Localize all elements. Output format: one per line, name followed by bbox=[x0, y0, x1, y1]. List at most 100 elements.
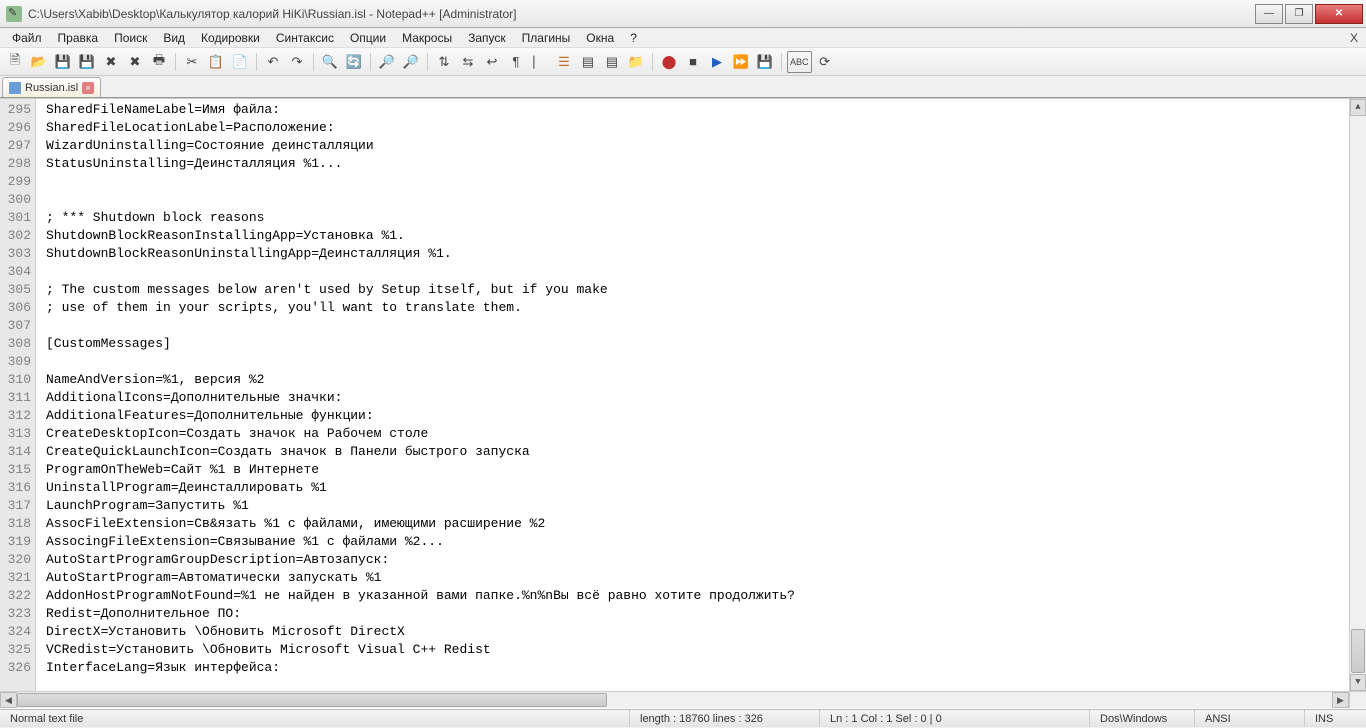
save-icon[interactable]: 💾 bbox=[52, 51, 74, 73]
code-line[interactable]: DirectX=Установить \Обновить Microsoft D… bbox=[46, 623, 1366, 641]
play-macro-icon[interactable]: ▶ bbox=[706, 51, 728, 73]
scroll-thumb-h[interactable] bbox=[17, 693, 607, 707]
code-line[interactable]: NameAndVersion=%1, версия %2 bbox=[46, 371, 1366, 389]
code-line[interactable]: SharedFileLocationLabel=Расположение: bbox=[46, 119, 1366, 137]
status-length: length : 18760 lines : 326 bbox=[630, 710, 820, 727]
code-line[interactable]: AutoStartProgram=Автоматически запускать… bbox=[46, 569, 1366, 587]
menu-help[interactable]: ? bbox=[622, 29, 645, 47]
code-line[interactable]: ; The custom messages below aren't used … bbox=[46, 281, 1366, 299]
sync-h-icon[interactable]: ⇆ bbox=[457, 51, 479, 73]
line-number: 316 bbox=[0, 479, 31, 497]
code-line[interactable]: ; use of them in your scripts, you'll wa… bbox=[46, 299, 1366, 317]
paste-icon[interactable]: 📄 bbox=[229, 51, 251, 73]
code-line[interactable]: AddonHostProgramNotFound=%1 не найден в … bbox=[46, 587, 1366, 605]
code-line[interactable]: AutoStartProgramGroupDescription=Автозап… bbox=[46, 551, 1366, 569]
play-multi-icon[interactable]: ⏩ bbox=[730, 51, 752, 73]
tab-close-icon[interactable]: × bbox=[82, 82, 94, 94]
file-tab[interactable]: Russian.isl × bbox=[2, 77, 101, 97]
scroll-thumb[interactable] bbox=[1351, 629, 1365, 673]
lang-icon[interactable]: ☰ bbox=[553, 51, 575, 73]
close-file-icon[interactable]: ✖ bbox=[100, 51, 122, 73]
vertical-scrollbar[interactable]: ▲ ▼ bbox=[1349, 99, 1366, 691]
scroll-down-arrow[interactable]: ▼ bbox=[1350, 674, 1366, 691]
horizontal-scrollbar[interactable]: ◀ ▶ bbox=[0, 691, 1366, 708]
code-line[interactable]: VCRedist=Установить \Обновить Microsoft … bbox=[46, 641, 1366, 659]
close-all-icon[interactable]: ✖ bbox=[124, 51, 146, 73]
menu-options[interactable]: Опции bbox=[342, 29, 394, 47]
replace-icon[interactable]: 🔄 bbox=[343, 51, 365, 73]
zoom-in-icon[interactable]: 🔎 bbox=[376, 51, 398, 73]
code-line[interactable]: AdditionalIcons=Дополнительные значки: bbox=[46, 389, 1366, 407]
code-line[interactable]: ShutdownBlockReasonInstallingApp=Установ… bbox=[46, 227, 1366, 245]
save-macro-icon[interactable]: 💾 bbox=[754, 51, 776, 73]
code-line[interactable]: [CustomMessages] bbox=[46, 335, 1366, 353]
zoom-out-icon[interactable]: 🔎 bbox=[400, 51, 422, 73]
code-line[interactable]: CreateDesktopIcon=Создать значок на Рабо… bbox=[46, 425, 1366, 443]
doc-map-icon[interactable]: ▤ bbox=[577, 51, 599, 73]
code-line[interactable]: WizardUninstalling=Состояние деинсталляц… bbox=[46, 137, 1366, 155]
stop-macro-icon[interactable]: ■ bbox=[682, 51, 704, 73]
menu-view[interactable]: Вид bbox=[155, 29, 193, 47]
func-list-icon[interactable]: ▤ bbox=[601, 51, 623, 73]
code-line[interactable]: StatusUninstalling=Деинсталляция %1... bbox=[46, 155, 1366, 173]
undo-icon[interactable]: ↶ bbox=[262, 51, 284, 73]
spellcheck-next-icon[interactable]: ⟳ bbox=[814, 51, 836, 73]
save-all-icon[interactable]: 💾 bbox=[76, 51, 98, 73]
menu-close-x[interactable]: X bbox=[1350, 31, 1358, 45]
sync-v-icon[interactable]: ⇅ bbox=[433, 51, 455, 73]
show-all-icon[interactable]: ¶ bbox=[505, 51, 527, 73]
menu-syntax[interactable]: Синтаксис bbox=[268, 29, 342, 47]
code-line[interactable]: Redist=Дополнительное ПО: bbox=[46, 605, 1366, 623]
menu-windows[interactable]: Окна bbox=[578, 29, 622, 47]
copy-icon[interactable]: 📋 bbox=[205, 51, 227, 73]
menu-macros[interactable]: Макросы bbox=[394, 29, 460, 47]
scroll-left-arrow[interactable]: ◀ bbox=[0, 692, 17, 708]
code-line[interactable] bbox=[46, 353, 1366, 371]
maximize-button[interactable]: ❐ bbox=[1285, 4, 1313, 24]
line-number: 320 bbox=[0, 551, 31, 569]
new-file-icon[interactable]: 🗎 bbox=[4, 51, 26, 73]
wrap-icon[interactable]: ↩ bbox=[481, 51, 503, 73]
line-number: 308 bbox=[0, 335, 31, 353]
line-number: 296 bbox=[0, 119, 31, 137]
menu-edit[interactable]: Правка bbox=[50, 29, 107, 47]
menu-file[interactable]: Файл bbox=[4, 29, 50, 47]
code-line[interactable]: CreateQuickLaunchIcon=Создать значок в П… bbox=[46, 443, 1366, 461]
print-icon[interactable]: 🖶 bbox=[148, 51, 170, 73]
minimize-button[interactable]: — bbox=[1255, 4, 1283, 24]
record-macro-icon[interactable]: ⬤ bbox=[658, 51, 680, 73]
code-line[interactable] bbox=[46, 173, 1366, 191]
code-line[interactable]: ProgramOnTheWeb=Сайт %1 в Интернете bbox=[46, 461, 1366, 479]
code-line[interactable]: InterfaceLang=Язык интерфейса: bbox=[46, 659, 1366, 677]
menu-run[interactable]: Запуск bbox=[460, 29, 514, 47]
code-line[interactable]: AssocFileExtension=Св&язать %1 с файлами… bbox=[46, 515, 1366, 533]
redo-icon[interactable]: ↷ bbox=[286, 51, 308, 73]
code-line[interactable]: UninstallProgram=Деинсталлировать %1 bbox=[46, 479, 1366, 497]
line-number: 297 bbox=[0, 137, 31, 155]
line-number: 300 bbox=[0, 191, 31, 209]
indent-guide-icon[interactable]: ⎸ bbox=[529, 51, 551, 73]
scroll-up-arrow[interactable]: ▲ bbox=[1350, 99, 1366, 116]
code-line[interactable]: ; *** Shutdown block reasons bbox=[46, 209, 1366, 227]
code-line[interactable]: LaunchProgram=Запустить %1 bbox=[46, 497, 1366, 515]
find-icon[interactable]: 🔍 bbox=[319, 51, 341, 73]
code-line[interactable] bbox=[46, 263, 1366, 281]
open-file-icon[interactable]: 📂 bbox=[28, 51, 50, 73]
scroll-track[interactable] bbox=[17, 692, 1332, 708]
menu-encoding[interactable]: Кодировки bbox=[193, 29, 268, 47]
code-line[interactable]: AdditionalFeatures=Дополнительные функци… bbox=[46, 407, 1366, 425]
code-editor[interactable]: SharedFileNameLabel=Имя файла:SharedFile… bbox=[36, 99, 1366, 691]
code-line[interactable]: SharedFileNameLabel=Имя файла: bbox=[46, 101, 1366, 119]
code-line[interactable]: AssocingFileExtension=Связывание %1 с фа… bbox=[46, 533, 1366, 551]
code-line[interactable] bbox=[46, 191, 1366, 209]
close-button[interactable]: ✕ bbox=[1315, 4, 1363, 24]
title-bar: C:\Users\Xabib\Desktop\Калькулятор калор… bbox=[0, 0, 1366, 28]
folder-icon[interactable]: 📁 bbox=[625, 51, 647, 73]
menu-search[interactable]: Поиск bbox=[106, 29, 155, 47]
cut-icon[interactable]: ✂ bbox=[181, 51, 203, 73]
scroll-right-arrow[interactable]: ▶ bbox=[1332, 692, 1349, 708]
code-line[interactable]: ShutdownBlockReasonUninstallingApp=Деинс… bbox=[46, 245, 1366, 263]
spellcheck-icon[interactable]: ABC bbox=[787, 51, 812, 73]
menu-plugins[interactable]: Плагины bbox=[514, 29, 579, 47]
code-line[interactable] bbox=[46, 317, 1366, 335]
